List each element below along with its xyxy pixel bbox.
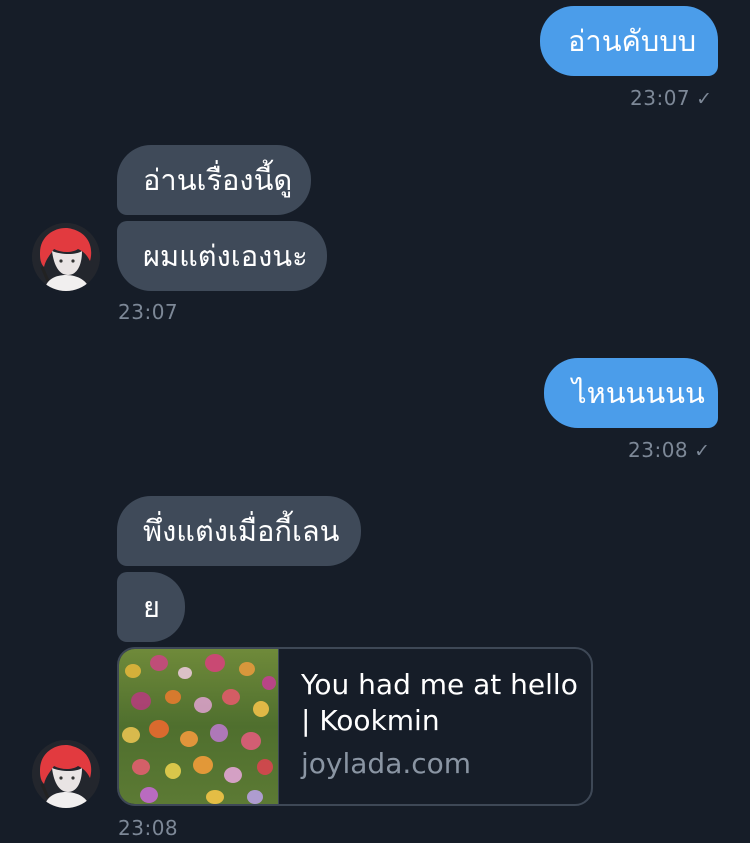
incoming-message-bubble[interactable]: ย bbox=[117, 572, 185, 642]
check-icon: ✓ bbox=[694, 440, 711, 462]
message-text: ย bbox=[143, 589, 160, 624]
message-timestamp: 23:07 ✓ bbox=[630, 86, 713, 110]
contact-avatar[interactable] bbox=[32, 223, 100, 291]
incoming-message-bubble[interactable]: พึ่งแต่งเมื่อกี้เลน bbox=[117, 496, 361, 566]
message-text: ผมแต่งเองนะ bbox=[143, 238, 308, 273]
contact-avatar[interactable] bbox=[32, 740, 100, 808]
message-timestamp: 23:08 bbox=[118, 816, 179, 840]
check-icon: ✓ bbox=[696, 88, 713, 110]
link-preview-card[interactable]: You had me at hello | Kookmin joylada.co… bbox=[117, 647, 593, 806]
incoming-message-bubble[interactable]: อ่านเรื่องนี้ดู bbox=[117, 145, 311, 215]
link-domain: joylada.com bbox=[301, 747, 472, 780]
message-timestamp: 23:08 ✓ bbox=[628, 438, 711, 462]
message-text: พึ่งแต่งเมื่อกี้เลน bbox=[143, 513, 340, 548]
tulip-field-thumbnail bbox=[119, 649, 279, 804]
message-timestamp: 23:07 bbox=[118, 300, 179, 324]
outgoing-message-bubble[interactable]: ไหนนนนน bbox=[544, 358, 718, 428]
message-text: อ่านเรื่องนี้ดู bbox=[143, 162, 293, 197]
link-title: You had me at hello | Kookmin bbox=[301, 668, 578, 737]
message-text: อ่านคับบบ bbox=[568, 23, 697, 58]
outgoing-message-bubble[interactable]: อ่านคับบบ bbox=[540, 6, 718, 76]
incoming-message-bubble[interactable]: ผมแต่งเองนะ bbox=[117, 221, 327, 291]
message-text: ไหนนนนน bbox=[572, 375, 705, 410]
